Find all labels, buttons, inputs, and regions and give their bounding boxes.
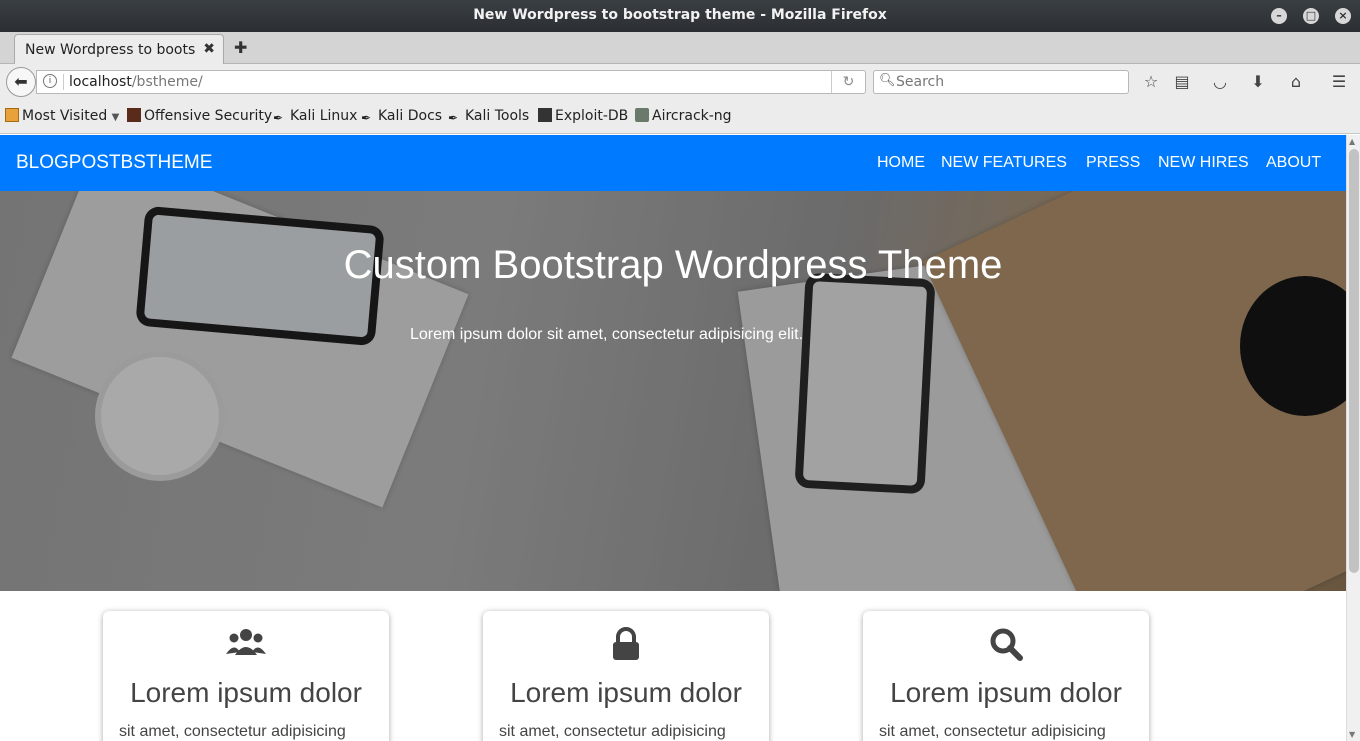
- download-icon[interactable]: ⬇: [1248, 72, 1268, 92]
- bookmark-label: Exploit-DB: [555, 108, 629, 124]
- reading-list-icon[interactable]: ▤: [1172, 72, 1192, 92]
- card-text: sit amet, consectetur adipisicing: [119, 723, 346, 740]
- card-title: Lorem ipsum dolor: [510, 677, 742, 708]
- kali-dragon-icon: ✒: [448, 111, 459, 125]
- nav-link-press[interactable]: PRESS: [1086, 154, 1140, 172]
- url-text[interactable]: localhost/bstheme/: [69, 74, 203, 90]
- bookmark-label: Kali Docs: [378, 108, 443, 124]
- feature-card: Lorem ipsum dolor sit amet, consectetur …: [483, 611, 769, 741]
- window-titlebar: New Wordpress to bootstrap theme - Mozil…: [0, 0, 1360, 32]
- card-title: Lorem ipsum dolor: [890, 677, 1122, 708]
- new-tab-icon[interactable]: ✚: [234, 38, 247, 57]
- bookmark-exploit-db[interactable]: Exploit-DB: [538, 108, 628, 124]
- card-title: Lorem ipsum dolor: [130, 677, 362, 708]
- minimize-icon[interactable]: –: [1271, 8, 1287, 24]
- kali-dragon-icon: ✒: [273, 111, 284, 125]
- folder-icon: [5, 108, 19, 122]
- page-scrollbar[interactable]: ▲ ▼: [1346, 135, 1360, 741]
- home-icon[interactable]: ⌂: [1286, 72, 1306, 92]
- card-text: sit amet, consectetur adipisicing: [499, 723, 726, 740]
- users-icon: [103, 627, 389, 663]
- tab-label: New Wordpress to boots...: [25, 42, 195, 58]
- aircrack-icon: [635, 108, 649, 122]
- bookmarks-toolbar: Most Visited ▼ Offensive Security ✒ Kali …: [0, 100, 1360, 134]
- browser-tab[interactable]: New Wordpress to boots... ✖: [14, 34, 224, 64]
- search-bar[interactable]: 🔍︎: [873, 70, 1129, 94]
- nav-link-new-hires[interactable]: NEW HIRES: [1158, 154, 1249, 172]
- tab-close-icon[interactable]: ✖: [203, 41, 215, 57]
- bookmark-label: Most Visited: [22, 108, 108, 124]
- page-viewport: BLOGPOSTBSTHEME HOME NEW FEATURES PRESS …: [0, 135, 1346, 741]
- bookmark-label: Kali Tools: [465, 108, 530, 124]
- feature-card: Lorem ipsum dolor sit amet, consectetur …: [103, 611, 389, 741]
- bookmark-aircrack-ng[interactable]: Aircrack-ng: [635, 108, 732, 124]
- hero-title: Custom Bootstrap Wordpress Theme: [343, 243, 1003, 287]
- nav-link-home[interactable]: HOME: [877, 154, 925, 172]
- bookmark-kali-linux[interactable]: ✒ Kali Linux: [273, 108, 357, 125]
- url-host: localhost: [69, 74, 132, 90]
- scroll-down-icon[interactable]: ▼: [1349, 730, 1355, 739]
- scroll-up-icon[interactable]: ▲: [1349, 137, 1355, 146]
- reload-icon[interactable]: ↻: [831, 71, 865, 93]
- bookmark-label: Kali Linux: [290, 108, 358, 124]
- search-input[interactable]: [896, 73, 1122, 91]
- window-title: New Wordpress to bootstrap theme - Mozil…: [473, 7, 887, 23]
- scrollbar-thumb[interactable]: [1349, 149, 1359, 573]
- offensive-security-icon: [127, 108, 141, 122]
- pocket-icon[interactable]: ◡: [1210, 72, 1230, 92]
- hero-section: Custom Bootstrap Wordpress Theme Lorem i…: [0, 191, 1346, 591]
- close-window-icon[interactable]: ×: [1335, 8, 1351, 24]
- nav-link-about[interactable]: ABOUT: [1266, 154, 1321, 172]
- search-glass-icon: 🔍︎: [879, 73, 896, 88]
- maximize-icon[interactable]: □: [1303, 8, 1319, 24]
- tab-strip: New Wordpress to boots... ✖ ✚: [0, 32, 1360, 64]
- menu-icon[interactable]: ☰: [1329, 72, 1349, 92]
- card-text: sit amet, consectetur adipisicing: [879, 723, 1106, 740]
- navigation-toolbar: ⬅ i localhost/bstheme/ ↻ 🔍︎ ☆ ▤ ◡ ⬇ ⌂ ☰: [0, 64, 1360, 100]
- bookmark-offensive-security[interactable]: Offensive Security: [127, 108, 272, 124]
- url-path: /bstheme/: [131, 74, 203, 90]
- back-button[interactable]: ⬅: [6, 67, 36, 97]
- bookmark-kali-docs[interactable]: ✒ Kali Docs: [361, 108, 442, 125]
- chevron-down-icon: ▼: [111, 112, 120, 123]
- bookmark-label: Aircrack-ng: [652, 108, 732, 124]
- exploit-db-icon: [538, 108, 552, 122]
- feature-card: Lorem ipsum dolor sit amet, consectetur …: [863, 611, 1149, 741]
- url-bar[interactable]: i localhost/bstheme/ ↻: [36, 70, 866, 94]
- back-arrow-icon: ⬅: [14, 72, 28, 91]
- search-icon: [863, 627, 1149, 665]
- bookmark-star-icon[interactable]: ☆: [1141, 72, 1161, 92]
- hero-subtitle: Lorem ipsum dolor sit amet, consectetur …: [410, 326, 804, 343]
- site-navbar: BLOGPOSTBSTHEME HOME NEW FEATURES PRESS …: [0, 135, 1346, 191]
- site-brand[interactable]: BLOGPOSTBSTHEME: [16, 152, 212, 174]
- bookmark-label: Offensive Security: [144, 108, 273, 124]
- url-separator: [63, 74, 64, 90]
- lock-icon: [483, 627, 769, 665]
- bookmark-most-visited[interactable]: Most Visited ▼: [5, 108, 119, 124]
- site-info-icon[interactable]: i: [43, 74, 57, 88]
- nav-link-new-features[interactable]: NEW FEATURES: [941, 154, 1067, 172]
- bookmark-kali-tools[interactable]: ✒ Kali Tools: [448, 108, 529, 125]
- kali-dragon-icon: ✒: [361, 111, 372, 125]
